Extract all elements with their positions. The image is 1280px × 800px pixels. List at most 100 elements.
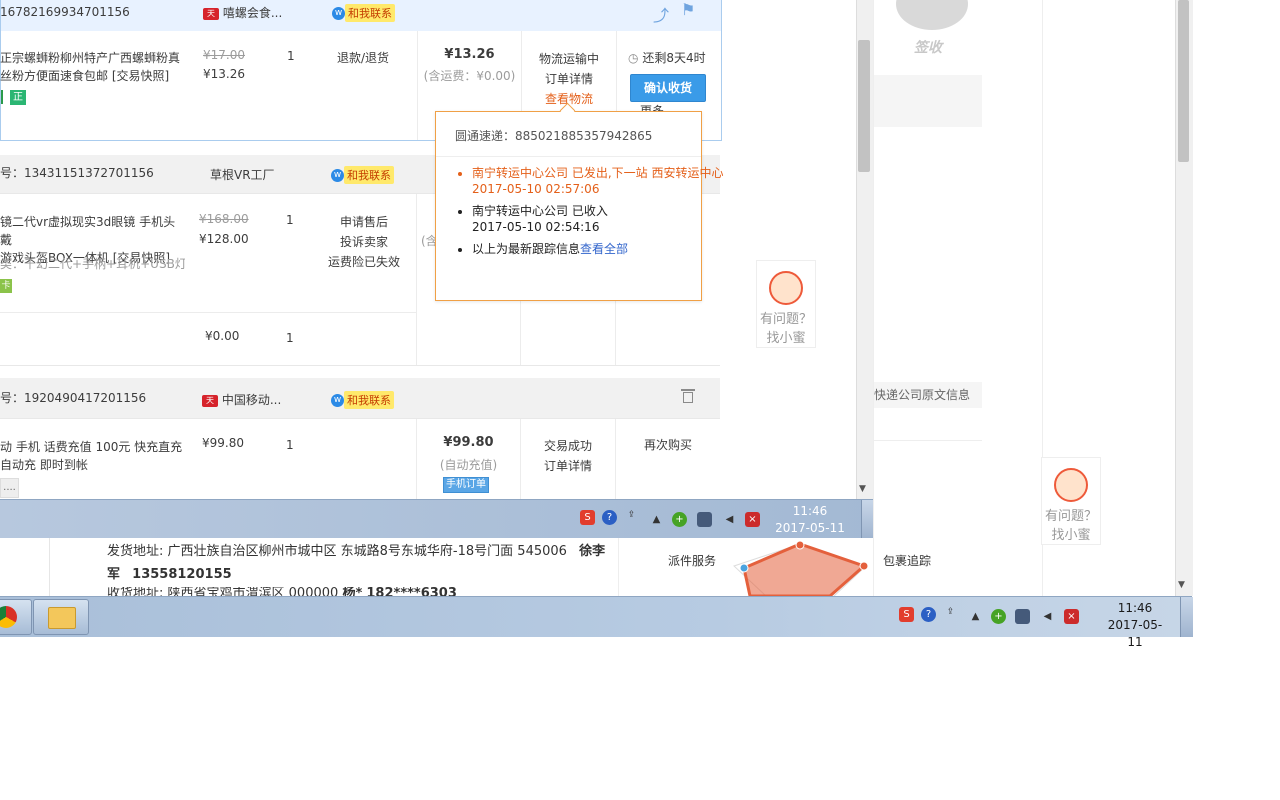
front-clock-time: 11:46 — [792, 504, 828, 518]
order-1-header: 16782169934701156 天 嘻螺会食... w 和我联系 ⤴ ⚑ — [0, 0, 722, 32]
order-1-title[interactable]: 正宗螺蛳粉柳州特产广西螺蛳粉真 丝粉方便面速食包邮 [交易快照] — [0, 49, 185, 85]
order-2-shop-name[interactable]: 草根VR工厂 — [210, 166, 275, 183]
chrome-icon — [0, 606, 17, 628]
receive-address-value: 陕西省宝鸡市渭滨区 000000 — [167, 587, 339, 596]
order-3-total-note: (自动充值) — [439, 458, 498, 472]
order-1-detail-link[interactable]: 订单详情 — [522, 69, 616, 89]
helper-text-2: 找小蜜 — [1051, 528, 1091, 543]
popup-courier-name: 圆通速递： — [455, 129, 516, 143]
ime-settings-icon[interactable]: ⇪ — [624, 508, 639, 523]
radar-label-left: 派件服务 — [668, 554, 717, 568]
front-scroll-down-icon[interactable]: ▼ — [859, 484, 866, 494]
trash-icon[interactable] — [681, 387, 695, 403]
explorer-taskbar-button[interactable] — [33, 599, 89, 635]
order-1-title-line1[interactable]: 正宗螺蛳粉柳州特产广西螺蛳粉真 — [0, 49, 185, 67]
front-clock[interactable]: 11:46 2017-05-11 — [775, 503, 845, 537]
order-3-total: ¥99.80 — [443, 435, 494, 450]
order-1-more-link[interactable]: 更多 — [640, 104, 690, 111]
sign-label: 签收 — [914, 40, 942, 56]
order-1-price-now: ¥13.26 — [203, 67, 245, 81]
order-3-qty: 1 — [286, 438, 294, 452]
order-1-contact-label[interactable]: 和我联系 — [345, 4, 395, 22]
share-icon[interactable]: ⤴ — [653, 2, 669, 26]
sogou-ime-icon[interactable]: S — [899, 607, 914, 622]
xiaomi-helper-icon — [1054, 468, 1088, 502]
back-divider — [874, 440, 982, 441]
back-gray-block — [874, 75, 982, 127]
order-3-body: 动 手机 话费充值 100元 快充直充 自动充 即时到帐 .... ¥99.80… — [0, 419, 720, 502]
security-icon[interactable]: + — [991, 609, 1006, 624]
order-3-shop-name[interactable]: 中国移动... — [222, 393, 281, 407]
order-2-contact[interactable]: w 和我联系 — [331, 166, 394, 184]
folder-icon — [48, 607, 76, 629]
order-2-apply-after-sale-link[interactable]: 申请售后 — [322, 212, 406, 232]
order-1-contact[interactable]: w 和我联系 — [332, 4, 395, 22]
clock-icon: ◷ — [628, 51, 639, 65]
front-tray: S ? ⇪ ▲ + ◀ × 11:46 2017-05-11 — [573, 500, 858, 538]
order-1-genuine-badge[interactable]: 正 — [10, 90, 26, 105]
order-1-shop[interactable]: 天 嘻螺会食... — [203, 4, 282, 22]
confirm-receipt-button[interactable]: 确认收货 — [630, 74, 706, 102]
chrome-taskbar-button[interactable] — [0, 599, 32, 635]
volume-icon[interactable]: ◀ — [1040, 609, 1055, 624]
back-clock-date: 2017-05-11 — [1107, 618, 1163, 649]
sogou-ime-icon[interactable]: S — [580, 510, 595, 525]
popup-view-all-link[interactable]: 查看全部 — [580, 242, 628, 256]
order-2-price-now: ¥128.00 — [199, 232, 249, 246]
wangwang-icon: w — [331, 394, 344, 407]
order-3-detail-link[interactable]: 订单详情 — [521, 456, 615, 476]
front-show-desktop-button[interactable] — [861, 500, 873, 538]
back-show-desktop-button[interactable] — [1180, 597, 1193, 637]
show-hidden-icons[interactable]: ▲ — [649, 512, 664, 527]
order-3-status-text: 交易成功 — [543, 439, 592, 453]
ship-address-value: 广西壮族自治区柳州市城中区 东城路8号东城华府-18号门面 545006 — [167, 544, 567, 559]
action-center-flag-icon[interactable]: × — [1064, 609, 1079, 624]
popup-footer: 以上为最新跟踪信息查看全部 — [472, 241, 734, 257]
order-2-contact-label[interactable]: 和我联系 — [344, 166, 394, 184]
order-3-title-line1[interactable]: 动 手机 话费充值 100元 快充直充 — [0, 438, 185, 456]
order-3-contact[interactable]: w 和我联系 — [331, 391, 394, 409]
courier-original-text[interactable]: 快递公司原文信息 — [874, 382, 982, 408]
popup-event-1-time: 2017-05-10 02:57:06 — [472, 182, 600, 196]
back-scroll-down-icon[interactable]: ▼ — [1178, 580, 1185, 590]
ship-phone: 13558120155 — [132, 567, 232, 582]
order-3-contact-label[interactable]: 和我联系 — [344, 391, 394, 409]
help-icon[interactable]: ? — [602, 510, 617, 525]
front-helper-widget[interactable]: 有问题？ 找小蜜 — [756, 260, 816, 348]
back-left-gutter — [0, 538, 50, 596]
order-3-header: 号：1920490417201156 天 中国移动... w 和我联系 — [0, 378, 720, 419]
show-hidden-icons[interactable]: ▲ — [968, 609, 983, 624]
order-3-shop[interactable]: 天 中国移动... — [202, 391, 281, 408]
order-2-card-badge[interactable]: 卡 — [0, 279, 12, 293]
order-3-title-line2[interactable]: 自动充 即时到帐 — [0, 456, 185, 474]
order-3-number-value: 1920490417201156 — [24, 391, 147, 405]
order-2-divider-1 — [416, 194, 417, 365]
network-icon[interactable] — [1015, 609, 1030, 624]
back-helper-widget[interactable]: 有问题？ 找小蜜 — [1041, 457, 1101, 545]
order-3-more-ellipsis[interactable]: .... — [0, 478, 19, 498]
action-center-flag-icon[interactable]: × — [745, 512, 760, 527]
front-scrollbar-thumb[interactable] — [858, 40, 870, 172]
back-clock[interactable]: 11:46 2017-05-11 — [1102, 600, 1168, 651]
network-icon[interactable] — [697, 512, 712, 527]
order-2-complain-link[interactable]: 投诉卖家 — [322, 232, 406, 252]
ime-settings-icon[interactable]: ⇪ — [943, 605, 958, 620]
order-3-number: 号：1920490417201156 — [0, 389, 146, 406]
order-1-title-line2[interactable]: 丝粉方便面速食包邮 [交易快照] — [0, 67, 185, 85]
ship-address-label: 发货地址: — [107, 544, 164, 559]
order-1-shop-name[interactable]: 嘻螺会食... — [223, 6, 282, 20]
help-icon[interactable]: ? — [921, 607, 936, 622]
order-3-number-prefix: 号： — [0, 391, 25, 405]
back-scrollbar-thumb[interactable] — [1178, 0, 1189, 162]
order-3-title[interactable]: 动 手机 话费充值 100元 快充直充 自动充 即时到帐 — [0, 438, 185, 474]
mobile-order-tag[interactable]: 手机订单 — [443, 477, 489, 493]
order-2-title-line1[interactable]: 镜二代vr虚拟现实3d眼镜 手机头戴 — [0, 213, 185, 249]
volume-icon[interactable]: ◀ — [722, 512, 737, 527]
receive-name: 杨* — [342, 587, 363, 596]
order-2-number: 号：13431151372701156 — [0, 164, 154, 181]
order-1-total-note: (含运费：¥0.00) — [423, 69, 516, 83]
security-icon[interactable]: + — [672, 512, 687, 527]
flag-icon[interactable]: ⚑ — [681, 0, 695, 19]
order-3-rebuy-link[interactable]: 再次购买 — [616, 436, 720, 453]
order-1-refund-link[interactable]: 退款/退货 — [337, 49, 389, 66]
